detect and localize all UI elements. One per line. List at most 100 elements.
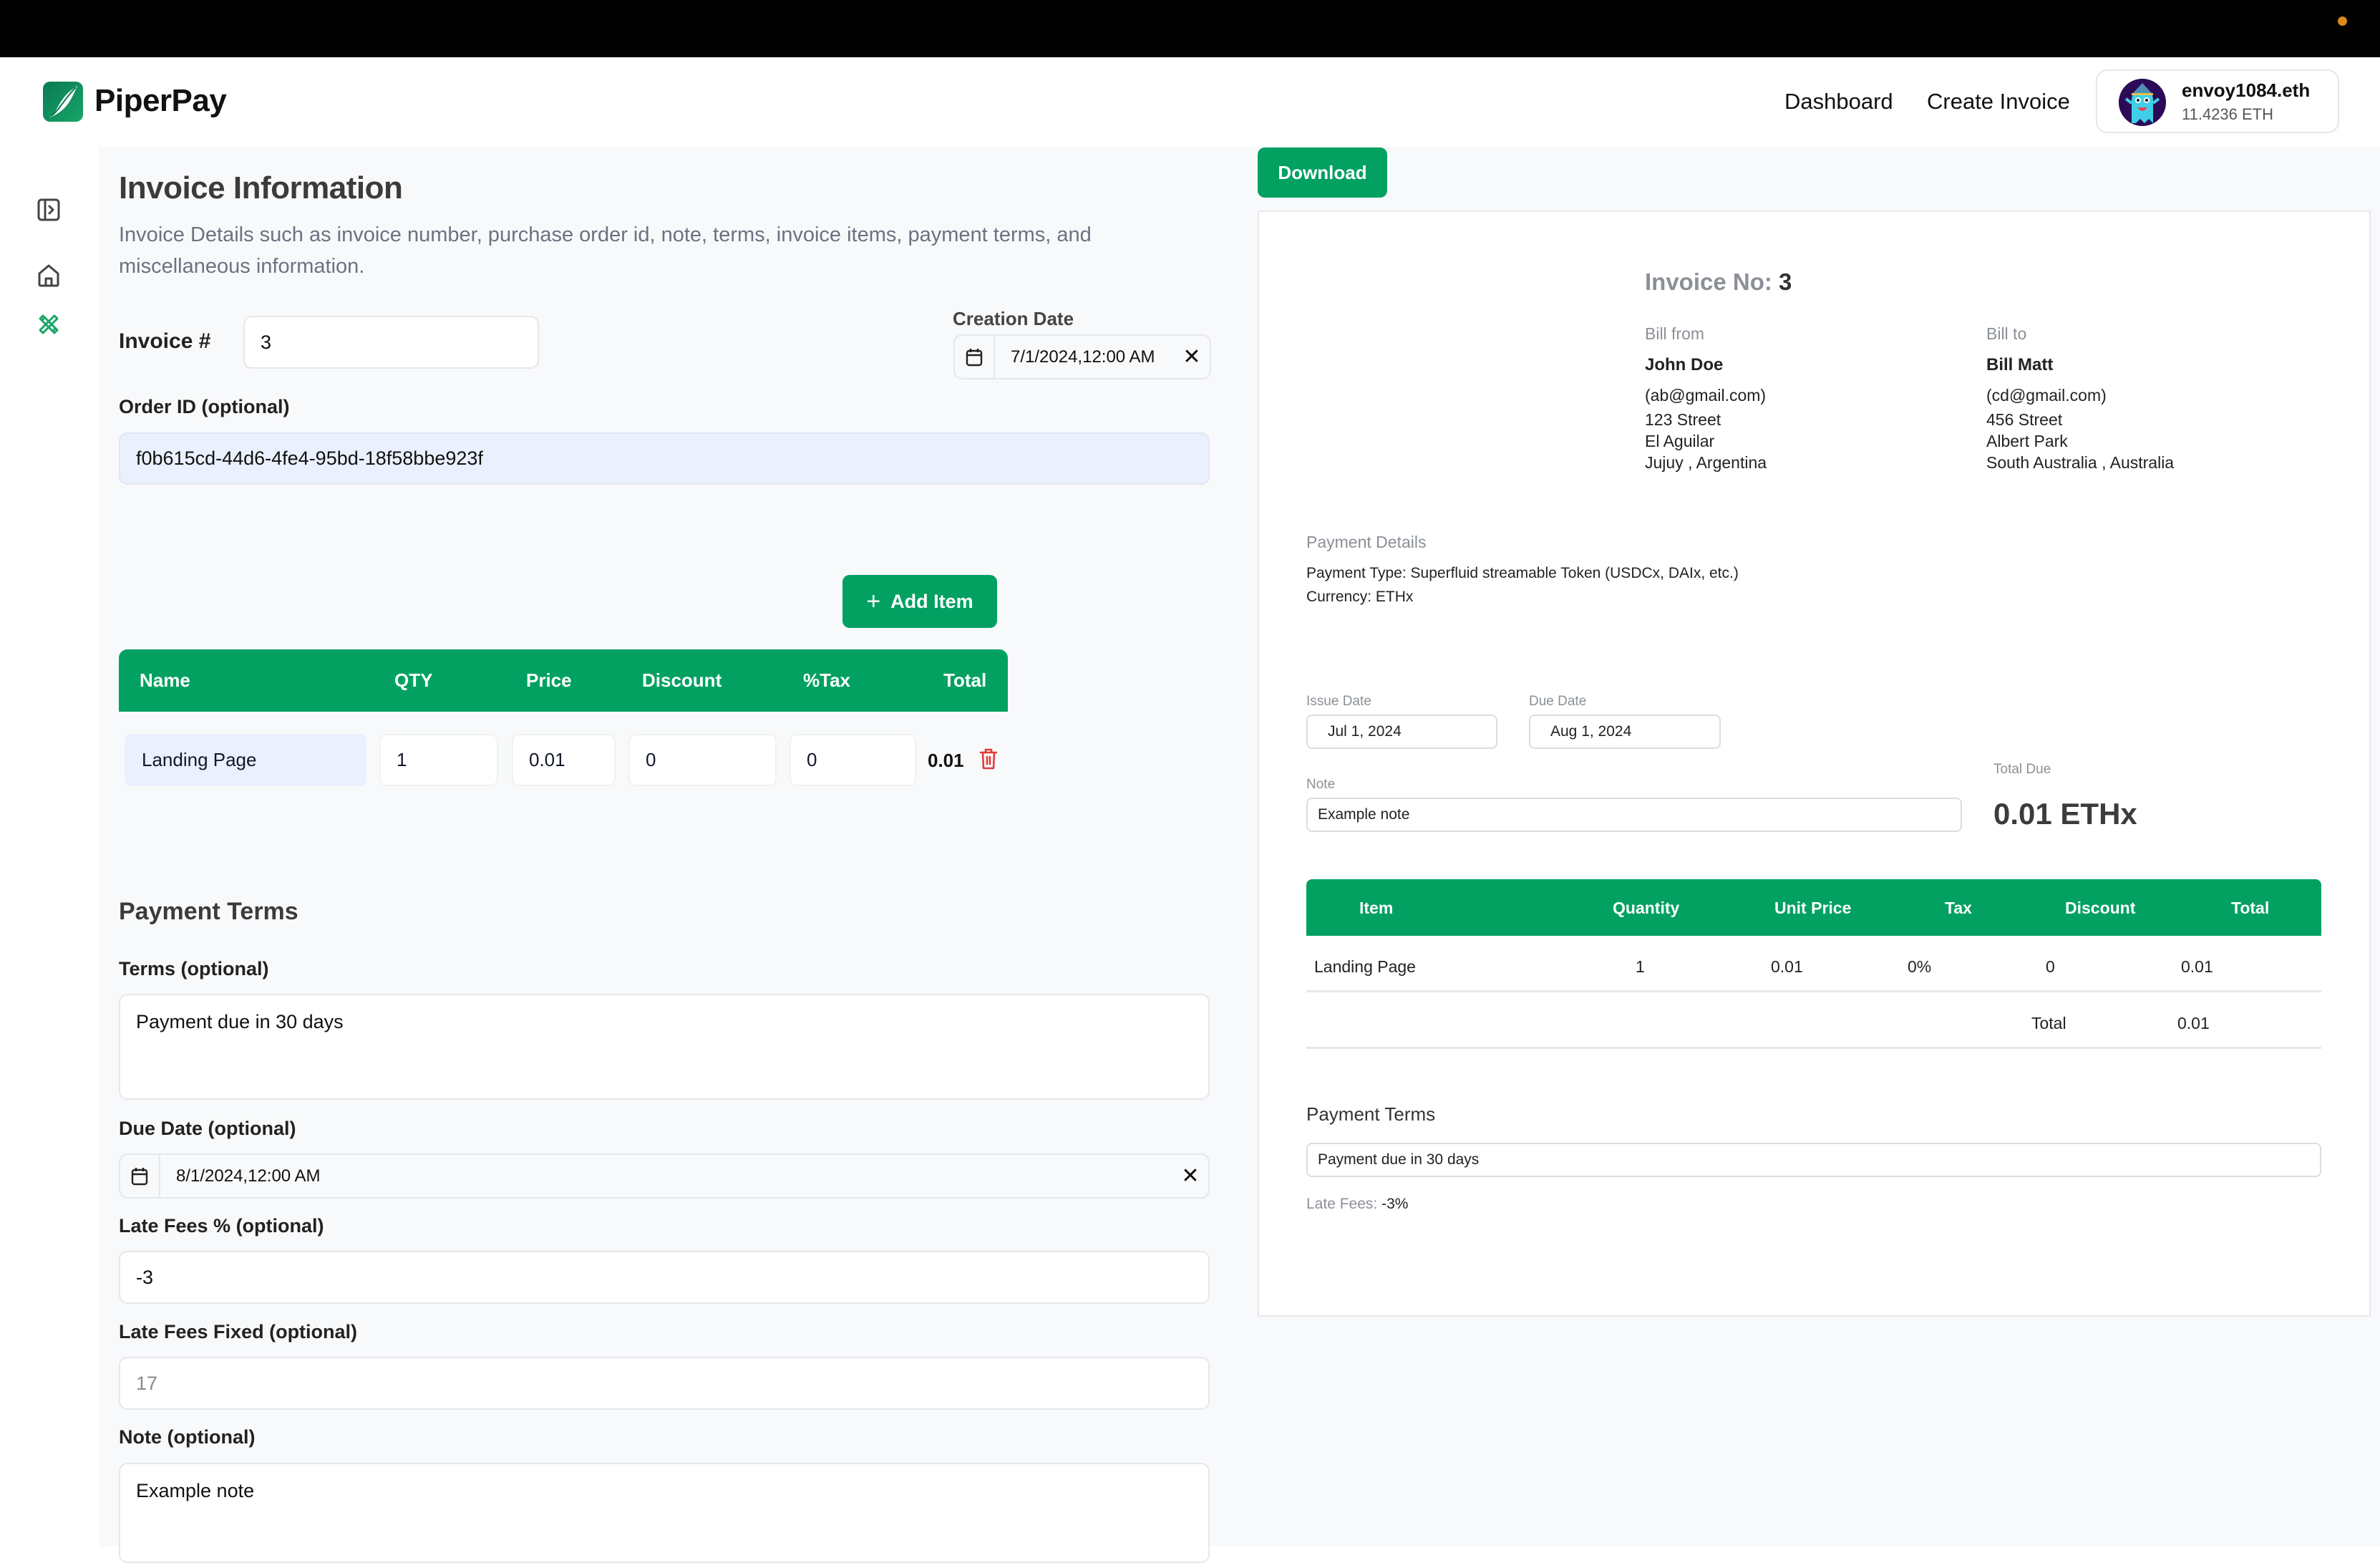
divider (1306, 1047, 2321, 1049)
col-unit-price: Unit Price (1774, 899, 1852, 917)
bill-to-label: Bill to (1986, 324, 2027, 343)
avatar (2119, 79, 2166, 126)
bill-to-email: (cd@gmail.com) (1986, 386, 2107, 405)
wallet-balance: 11.4236 ETH (2182, 105, 2274, 123)
total-value: 0.01 (2177, 1014, 2210, 1032)
col-total: Total (2231, 899, 2270, 917)
calendar-icon[interactable] (120, 1155, 160, 1197)
invoice-number-input[interactable]: 3 (243, 316, 539, 369)
calendar-icon[interactable] (955, 336, 995, 378)
system-top-bar (0, 0, 2380, 57)
note-label-preview: Note (1306, 777, 1336, 792)
wallet-account-button[interactable]: envoy1084.eth 11.4236 ETH (2096, 69, 2339, 133)
payment-type-line: Payment Type: Superfluid streamable Toke… (1306, 565, 1739, 582)
creation-date-picker[interactable]: 7/1/2024,12:00 AM ✕ (953, 334, 1211, 379)
plus-icon: + (866, 588, 881, 615)
trash-icon[interactable] (978, 747, 999, 774)
clear-date-icon[interactable]: ✕ (1172, 1163, 1208, 1189)
nav-dashboard[interactable]: Dashboard (1784, 89, 1893, 115)
home-icon[interactable] (36, 263, 62, 289)
items-table-header: Name QTY Price Discount %Tax Total (119, 649, 1008, 712)
due-date-picker[interactable]: 8/1/2024,12:00 AM ✕ (119, 1153, 1210, 1199)
tools-icon[interactable] (36, 311, 62, 337)
terms-textarea[interactable]: Payment due in 30 days (119, 994, 1210, 1100)
wallet-name: envoy1084.eth (2182, 79, 2311, 101)
col-price: Price (526, 669, 572, 691)
item-tax-input[interactable]: 0 (790, 734, 916, 786)
order-id-input[interactable]: f0b615cd-44d6-4fe4-95bd-18f58bbe923f (119, 432, 1210, 485)
currency-label: Currency: (1306, 589, 1372, 605)
app-header: PiperPay Dashboard Create Invoice envoy1… (0, 57, 2380, 147)
page-description: Invoice Details such as invoice number, … (119, 223, 1092, 278)
col-discount: Discount (2065, 899, 2136, 917)
item-name-input[interactable]: Landing Page (125, 734, 366, 786)
late-fees-label: Late Fees: (1306, 1196, 1378, 1212)
page-title: Invoice Information (119, 170, 403, 205)
bill-from-email: (ab@gmail.com) (1645, 386, 1767, 405)
late-fees-pct-input[interactable]: -3 (119, 1251, 1210, 1304)
item-total: 0.01 (928, 750, 964, 771)
note-field: Example note (1306, 798, 1962, 832)
clear-date-icon[interactable]: ✕ (1174, 344, 1210, 369)
currency-value: ETHx (1375, 589, 1414, 605)
item-discount-input[interactable]: 0 (628, 734, 777, 786)
col-qty: QTY (394, 669, 433, 691)
col-tax: Tax (1945, 899, 1972, 917)
col-tax: %Tax (803, 669, 850, 691)
divider (1306, 990, 2321, 992)
invoice-no-label-text: Invoice No: (1645, 268, 1772, 295)
currency-line: Currency: ETHx (1306, 589, 1413, 606)
recording-indicator-icon (2338, 16, 2347, 26)
bill-to-name: Bill Matt (1986, 355, 2054, 374)
bill-from-label: Bill from (1645, 324, 1705, 343)
invoice-number-label: Invoice # (119, 329, 211, 353)
total-due-label: Total Due (1993, 762, 2051, 777)
nav-create-invoice[interactable]: Create Invoice (1927, 89, 2070, 115)
late-fees-fixed-label: Late Fees Fixed (optional) (119, 1321, 358, 1342)
sidebar-toggle-icon[interactable] (36, 197, 62, 223)
late-fees-value: -3% (1381, 1196, 1409, 1212)
row-tax: 0% (1908, 957, 1932, 976)
item-qty-input[interactable]: 1 (379, 734, 498, 786)
creation-date-label: Creation Date (953, 308, 1074, 329)
piperpay-logo-icon[interactable] (43, 82, 83, 122)
add-item-label: Add Item (890, 590, 973, 612)
col-quantity: Quantity (1613, 899, 1680, 917)
bill-from-street: 123 Street (1645, 410, 1721, 429)
col-name: Name (140, 669, 190, 691)
item-price-input[interactable]: 0.01 (512, 734, 616, 786)
note-textarea[interactable]: Example note (119, 1463, 1210, 1563)
due-date-field: Aug 1, 2024 (1529, 715, 1721, 749)
bill-from-city: El Aguilar (1645, 432, 1715, 450)
bill-from-region: Jujuy , Argentina (1645, 453, 1767, 472)
issue-date-field: Jul 1, 2024 (1306, 715, 1497, 749)
sidebar (0, 147, 99, 1547)
late-fees-line: Late Fees: -3% (1306, 1196, 1408, 1213)
col-total: Total (943, 669, 987, 691)
col-item: Item (1359, 899, 1394, 917)
due-date-value: 8/1/2024,12:00 AM (176, 1166, 321, 1186)
total-due-value: 0.01 ETHx (1993, 797, 2137, 831)
late-fees-fixed-input[interactable]: 17 (119, 1357, 1210, 1410)
payment-type-value: Superfluid streamable Token (USDCx, DAIx… (1410, 565, 1739, 581)
add-item-button[interactable]: + Add Item (842, 575, 997, 628)
preview-table-header: Item Quantity Unit Price Tax Discount To… (1306, 879, 2321, 936)
col-discount: Discount (642, 669, 722, 691)
invoice-no-label: Invoice No: 3 (1645, 268, 1792, 296)
payment-details-heading: Payment Details (1306, 533, 1427, 551)
terms-label: Terms (optional) (119, 958, 269, 979)
preview-payment-terms-heading: Payment Terms (1306, 1103, 1436, 1125)
issue-date-label: Issue Date (1306, 694, 1371, 709)
due-date-label: Due Date (optional) (119, 1118, 296, 1139)
creation-date-value: 7/1/2024,12:00 AM (1011, 347, 1155, 367)
row-unit-price: 0.01 (1771, 957, 1803, 976)
note-label: Note (optional) (119, 1426, 256, 1448)
brand-name[interactable]: PiperPay (94, 83, 227, 119)
late-fees-pct-label: Late Fees % (optional) (119, 1215, 324, 1237)
row-quantity: 1 (1636, 957, 1645, 976)
bill-from-name: John Doe (1645, 355, 1724, 374)
bill-to-region: South Australia , Australia (1986, 453, 2175, 472)
invoice-no-value: 3 (1779, 268, 1792, 295)
download-button[interactable]: Download (1258, 147, 1387, 198)
payment-type-label: Payment Type: (1306, 565, 1407, 581)
